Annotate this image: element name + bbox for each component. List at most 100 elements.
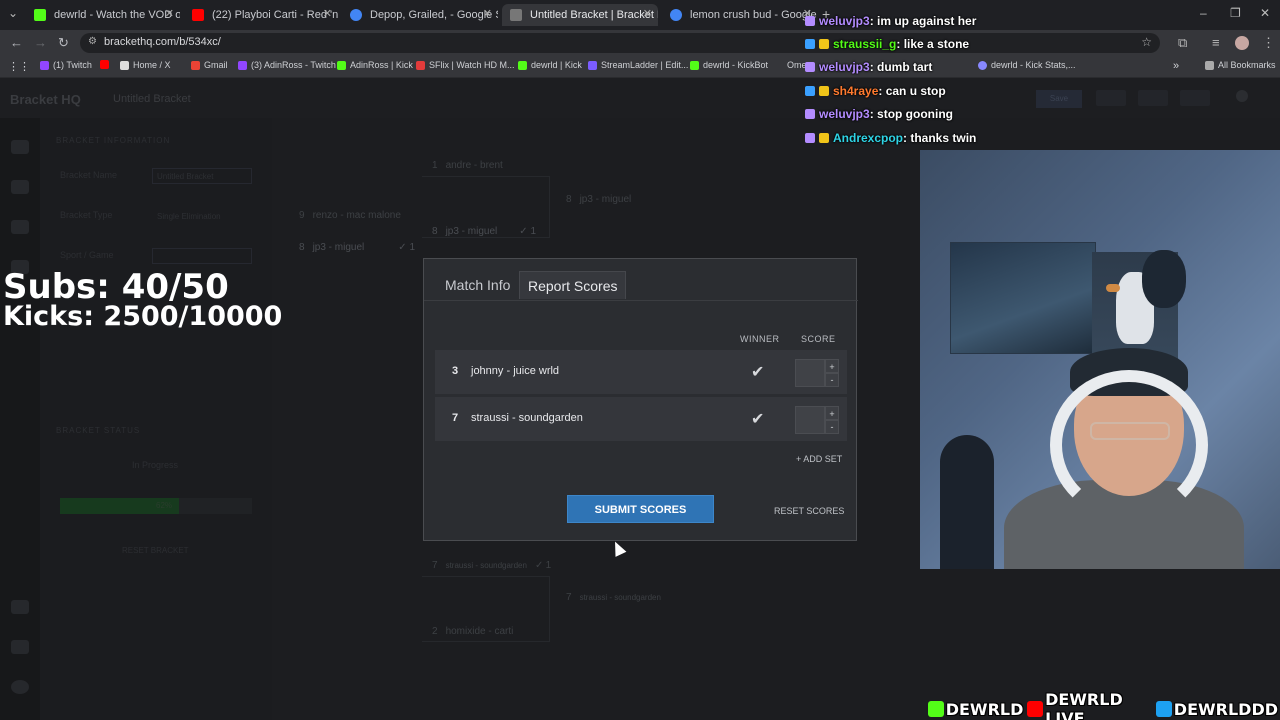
brand-logo[interactable]: Bracket HQ <box>10 92 81 107</box>
match-entry[interactable]: 7 straussi - soundgarden <box>566 592 661 603</box>
bracket-type-select[interactable]: Single Elimination <box>152 208 252 224</box>
kick-handle: DEWRLD <box>945 699 1024 719</box>
profile-avatar[interactable] <box>1235 36 1249 50</box>
add-set-button[interactable]: + ADD SET <box>796 454 842 464</box>
tab-label: lemon crush bud - Google Sear <box>690 9 818 21</box>
bookmark-item[interactable]: StreamLadder | Edit... <box>588 60 688 70</box>
winner-column-header: WINNER <box>740 334 780 344</box>
bookmark-item[interactable]: Ome <box>787 60 807 70</box>
score-input[interactable] <box>795 359 825 387</box>
participant-row: 3 johnny - juice wrld ✔ + - <box>435 350 847 394</box>
bookmark-item[interactable] <box>100 60 113 69</box>
bookmark-item[interactable]: Home / X <box>120 60 171 70</box>
participants-icon[interactable] <box>11 180 29 194</box>
google-icon <box>670 9 682 21</box>
tab-search-icon[interactable]: ⌄ <box>8 6 18 20</box>
window-close-icon[interactable]: ✕ <box>1260 6 1270 20</box>
status-value: In Progress <box>132 460 179 470</box>
bracket-progress: 62% <box>60 498 252 514</box>
bookmark-item[interactable]: (3) AdinRoss - Twitch <box>238 60 336 70</box>
bookmark-item[interactable]: (1) Twitch <box>40 60 92 70</box>
winner-check-icon[interactable]: ✔ <box>751 409 764 429</box>
tab-label: dewrld - Watch the VOD on Kic <box>54 9 180 21</box>
bracket-connector <box>422 176 550 238</box>
tab-match-info[interactable]: Match Info <box>437 271 518 299</box>
subs-counter: Subs: 40/50 <box>3 267 229 307</box>
close-icon[interactable]: ✕ <box>323 7 332 20</box>
back-icon[interactable]: ← <box>10 35 23 50</box>
close-icon[interactable]: ✕ <box>643 7 652 20</box>
social-handles: DEWRLD DEWRLD LIVE DEWRLDDD <box>928 690 1280 720</box>
bracket-icon[interactable] <box>11 140 29 154</box>
tab-report-scores[interactable]: Report Scores <box>519 271 627 299</box>
participant-seed: 7 <box>452 412 459 424</box>
tab-bracket-hq[interactable]: Untitled Bracket | Bracket HQ ✕ <box>502 4 658 26</box>
winner-check-icon[interactable]: ✔ <box>751 362 764 382</box>
user-avatar[interactable] <box>1236 90 1248 102</box>
palette-icon[interactable] <box>11 220 29 234</box>
kick-icon <box>518 60 527 70</box>
close-icon[interactable]: ✕ <box>165 7 174 20</box>
site-info-icon[interactable]: ⚙ <box>88 36 97 47</box>
skateboard <box>940 435 994 569</box>
match-entry[interactable]: 1 andre - brent <box>432 160 503 171</box>
screen: ⌄ dewrld - Watch the VOD on Kic ✕ (22) P… <box>0 0 1280 720</box>
streamladder-icon <box>588 60 597 70</box>
bookmark-item[interactable]: AdinRoss | Kick <box>337 60 413 70</box>
score-decrement-button[interactable]: - <box>825 420 839 434</box>
kick-icon <box>337 60 346 70</box>
twitter-handle: DEWRLDDD <box>1173 699 1278 719</box>
crown-icon <box>819 86 829 96</box>
bracket-connector <box>422 576 550 642</box>
tab-youtube[interactable]: (22) Playboi Carti - Red 'n' Blue ✕ <box>184 4 338 26</box>
bookmark-item[interactable]: SFlix | Watch HD M... <box>416 60 515 70</box>
crown-icon <box>819 39 829 49</box>
participant-name: johnny - juice wrld <box>471 365 560 377</box>
tab-google-depop[interactable]: Depop, Grailed, - Google Searc ✕ <box>342 4 498 26</box>
youtube-icon <box>100 60 109 69</box>
apps-icon[interactable]: ⋮⋮ <box>8 60 30 73</box>
modal-tabs: Match Info Report Scores <box>424 259 858 301</box>
progress-label: 62% <box>156 501 173 510</box>
left-rail <box>0 118 40 720</box>
tab-google-lemon[interactable]: lemon crush bud - Google Sear ✕ <box>662 4 818 26</box>
match-entry[interactable]: 7 straussi - soundgarden ✓ 1 <box>432 560 551 571</box>
score-decrement-button[interactable]: - <box>825 373 839 387</box>
forward-icon[interactable]: → <box>34 35 47 50</box>
match-entry[interactable]: 9 renzo - mac malone <box>299 210 401 221</box>
badge-icon <box>805 39 815 49</box>
hat <box>1142 250 1186 308</box>
score-input[interactable] <box>795 406 825 434</box>
youtube-icon <box>1027 701 1044 717</box>
bracket-hq-icon <box>510 9 522 21</box>
submit-scores-button[interactable]: SUBMIT SCORES <box>567 495 714 523</box>
bookmark-item[interactable]: dewrld | Kick <box>518 60 582 70</box>
gmail-icon <box>191 60 200 70</box>
match-entry[interactable]: 8 jp3 - miguel ✓ 1 <box>299 242 415 253</box>
tab-label: (22) Playboi Carti - Red 'n' Blue <box>212 9 338 21</box>
bookmark-item[interactable]: dewrld - KickBot <box>690 60 768 70</box>
crown-icon[interactable] <box>11 600 29 614</box>
bookmark-item[interactable]: Gmail <box>191 60 228 70</box>
field-label: Bracket Type <box>60 210 113 220</box>
reset-scores-button[interactable]: RESET SCORES <box>774 506 844 516</box>
kick-icon <box>690 60 699 70</box>
sport-game-input[interactable] <box>152 248 252 264</box>
score-increment-button[interactable]: + <box>825 359 839 373</box>
chat-message: straussii_g: like a stone <box>805 37 969 51</box>
bracket-name-input[interactable]: Untitled Bracket <box>152 168 252 184</box>
restore-icon[interactable]: ❐ <box>1230 6 1241 20</box>
twitter-icon <box>1156 701 1172 717</box>
goose-beak <box>1106 284 1120 292</box>
close-icon[interactable]: ✕ <box>483 7 492 20</box>
score-increment-button[interactable]: + <box>825 406 839 420</box>
reset-bracket-button[interactable]: RESET BRACKET <box>122 546 189 555</box>
help-icon[interactable] <box>11 640 29 654</box>
menu-icon[interactable]: ⋮ <box>1262 35 1275 51</box>
match-entry[interactable]: 8 jp3 - miguel <box>566 194 631 205</box>
participant-row: 7 straussi - soundgarden ✔ + - <box>435 397 847 441</box>
chat-message: weluvjp3: stop gooning <box>805 107 953 121</box>
tab-kick-vod[interactable]: dewrld - Watch the VOD on Kic ✕ <box>26 4 180 26</box>
account-icon[interactable] <box>11 680 29 694</box>
reload-icon[interactable]: ↻ <box>58 35 69 51</box>
